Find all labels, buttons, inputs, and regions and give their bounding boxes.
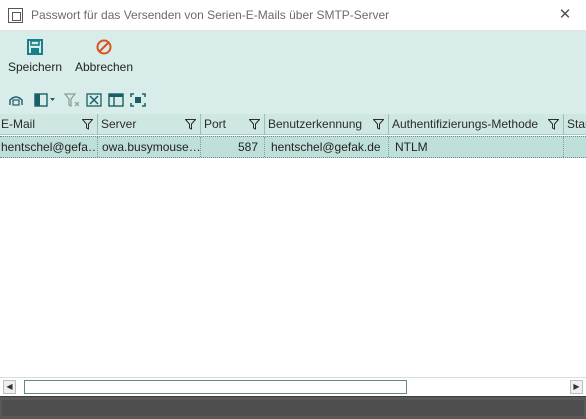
save-icon (27, 39, 43, 55)
column-header-auth-method[interactable]: Authentifizierungs-Methode (389, 114, 564, 135)
status-bar-panel (2, 400, 584, 416)
cell-port[interactable]: 587 (201, 137, 265, 157)
clear-filter-icon[interactable] (64, 93, 80, 107)
column-chooser-icon[interactable] (34, 93, 56, 107)
cell-auth-method[interactable]: NTLM (389, 137, 564, 157)
column-header-user[interactable]: Benutzerkennung (265, 114, 389, 135)
filter-icon[interactable] (185, 119, 196, 130)
column-header-server[interactable]: Server (98, 114, 201, 135)
scroll-left-button[interactable]: ◀ (3, 380, 16, 394)
filter-icon[interactable] (548, 119, 559, 130)
cell-start[interactable] (564, 137, 586, 157)
refresh-icon[interactable] (8, 93, 24, 107)
column-header-label: Star (567, 117, 586, 131)
horizontal-scrollbar[interactable]: ◀ ▶ (0, 377, 586, 395)
grid-header: E-Mail Server Port Benutzerkennung Authe… (0, 114, 586, 135)
status-bar (0, 396, 586, 419)
close-button[interactable]: ✕ (550, 4, 580, 26)
column-header-port[interactable]: Port (201, 114, 265, 135)
cancel-label: Abbrechen (74, 60, 134, 74)
filter-icon[interactable] (373, 119, 384, 130)
grid-toolbar (0, 86, 586, 114)
cancel-button[interactable]: Abbrechen (73, 35, 135, 81)
filter-icon[interactable] (82, 119, 93, 130)
filter-icon[interactable] (249, 119, 260, 130)
scroll-right-button[interactable]: ▶ (570, 380, 583, 394)
title-bar: Passwort für das Versenden von Serien-E-… (0, 0, 586, 31)
column-header-label: Server (101, 117, 137, 131)
app-window-icon (8, 8, 23, 23)
column-header-label: Port (204, 117, 227, 131)
scroll-thumb[interactable] (24, 380, 407, 394)
column-header-label: E-Mail (1, 117, 36, 131)
cancel-icon (96, 39, 112, 55)
ribbon: Speichern Abbrechen (0, 31, 586, 86)
cell-email[interactable]: hentschel@gefa… (0, 137, 98, 157)
export-excel-icon[interactable] (86, 93, 102, 107)
layout-icon[interactable] (108, 93, 124, 107)
column-header-start[interactable]: Star (564, 114, 586, 135)
fit-columns-icon[interactable] (130, 93, 146, 107)
window-title: Passwort für das Versenden von Serien-E-… (31, 8, 390, 22)
column-header-label: Authentifizierungs-Methode (392, 117, 539, 131)
table-row[interactable]: hentschel@gefa… owa.busymouse… 587 hents… (0, 136, 586, 158)
cell-user[interactable]: hentschel@gefak.de (265, 137, 389, 157)
cell-server[interactable]: owa.busymouse… (98, 137, 201, 157)
save-button[interactable]: Speichern (7, 35, 63, 81)
save-label: Speichern (7, 60, 63, 74)
column-header-email[interactable]: E-Mail (0, 114, 98, 135)
column-header-label: Benutzerkennung (268, 117, 363, 131)
